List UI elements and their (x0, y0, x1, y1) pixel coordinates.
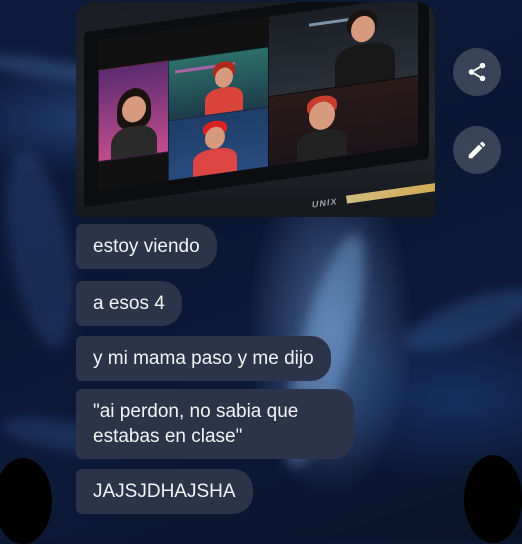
tv-frame (84, 2, 429, 208)
participant-tile (168, 106, 270, 183)
message-bubble[interactable]: estoy viendo (76, 224, 217, 269)
share-button[interactable] (453, 48, 501, 96)
avatar-redaction (464, 455, 522, 543)
message-bubble[interactable]: "ai perdon, no sabia que estabas en clas… (76, 389, 354, 459)
tv-brand-logo: UNIX (311, 196, 338, 210)
message-text-line: estabas en clase" (93, 426, 243, 447)
message-bubble[interactable]: y mi mama paso y me dijo (76, 336, 331, 381)
message-bubble[interactable]: a esos 4 (76, 281, 182, 326)
message-text: JAJSJDHAJSHA (93, 481, 236, 502)
image-message[interactable]: UNIX (76, 2, 435, 217)
message-text: a esos 4 (93, 293, 165, 314)
message-text: estoy viendo (93, 236, 200, 257)
message-bubble[interactable]: JAJSJDHAJSHA (76, 469, 253, 514)
edit-button[interactable] (453, 126, 501, 174)
desk-light (345, 180, 435, 204)
share-icon (468, 62, 486, 82)
message-text-line: "ai perdon, no sabia que (93, 401, 299, 422)
participant-tile (98, 60, 170, 163)
pencil-icon (468, 141, 486, 159)
message-text: y mi mama paso y me dijo (93, 348, 314, 369)
video-call-grid (98, 2, 418, 191)
